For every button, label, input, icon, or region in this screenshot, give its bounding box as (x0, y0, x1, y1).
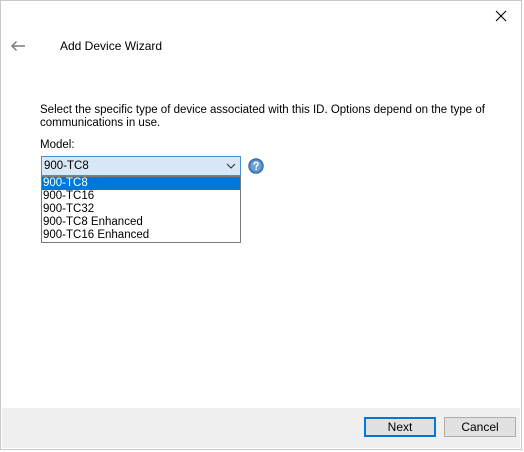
model-dropdown-list: 900-TC8 900-TC16 900-TC32 900-TC8 Enhanc… (41, 176, 241, 243)
model-select-value: 900-TC8 (44, 160, 89, 172)
footer-bar: Next Cancel (2, 408, 520, 448)
close-icon (495, 10, 507, 22)
next-button[interactable]: Next (364, 417, 436, 437)
close-button[interactable] (489, 5, 513, 27)
dropdown-option-900-tc32[interactable]: 900-TC32 (42, 203, 240, 216)
dropdown-option-900-tc16-enhanced[interactable]: 900-TC16 Enhanced (42, 229, 240, 242)
description-text: Select the specific type of device assoc… (40, 104, 485, 129)
dropdown-option-900-tc8-enhanced[interactable]: 900-TC8 Enhanced (42, 216, 240, 229)
back-button[interactable] (8, 37, 28, 55)
cancel-button[interactable]: Cancel (444, 417, 516, 437)
model-select-toggle[interactable] (222, 157, 240, 175)
chevron-down-icon (226, 163, 236, 169)
wizard-window: Add Device Wizard Select the specific ty… (0, 0, 522, 450)
page-title: Add Device Wizard (60, 39, 163, 53)
model-label: Model: (40, 139, 75, 151)
model-select[interactable]: 900-TC8 (41, 156, 241, 176)
back-arrow-icon (11, 41, 25, 51)
dropdown-option-900-tc16[interactable]: 900-TC16 (42, 190, 240, 203)
help-icon[interactable] (248, 158, 264, 174)
dropdown-option-900-tc8[interactable]: 900-TC8 (42, 177, 240, 190)
